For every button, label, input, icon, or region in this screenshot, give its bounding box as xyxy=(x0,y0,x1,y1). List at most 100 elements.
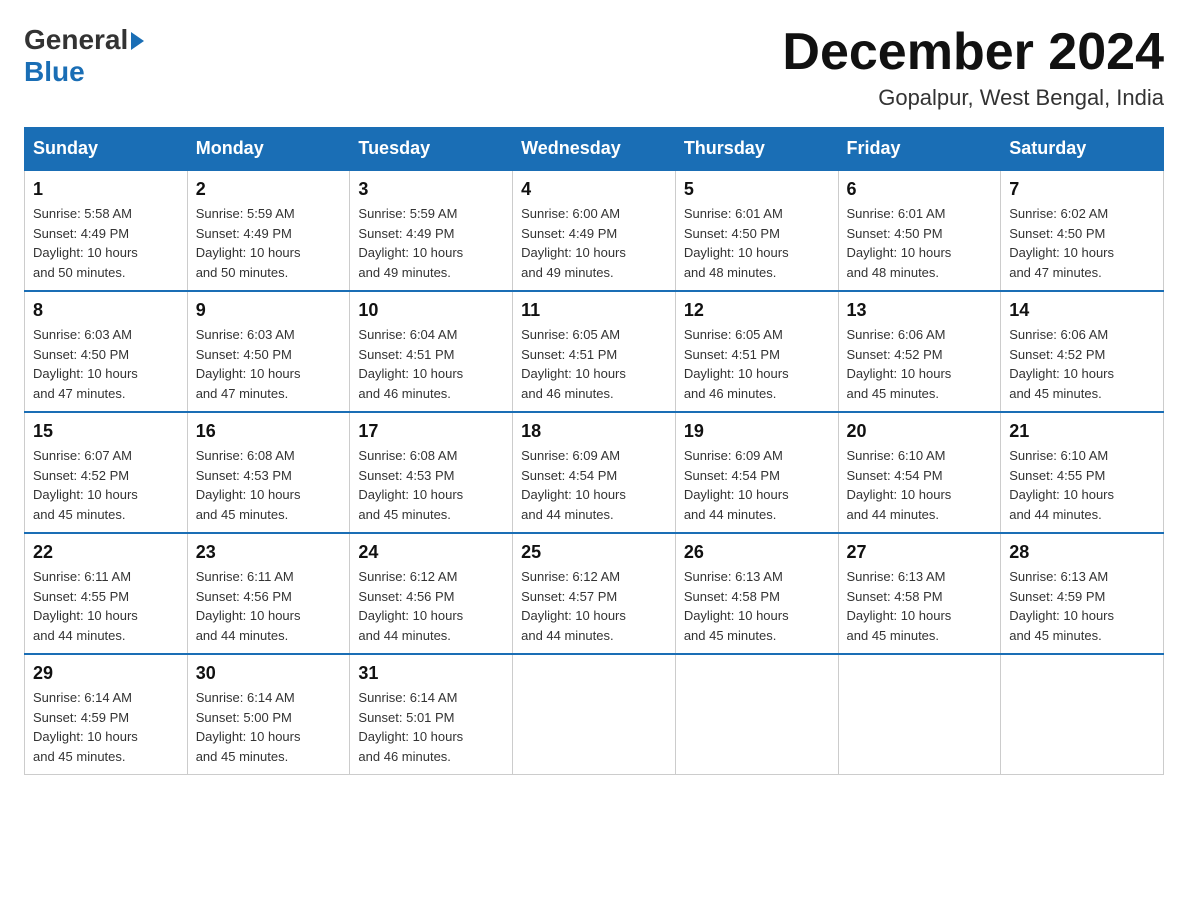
day-info: Sunrise: 6:11 AM Sunset: 4:55 PM Dayligh… xyxy=(33,567,179,645)
col-thursday: Thursday xyxy=(675,128,838,171)
day-info: Sunrise: 5:59 AM Sunset: 4:49 PM Dayligh… xyxy=(196,204,342,282)
day-number: 4 xyxy=(521,179,667,200)
col-sunday: Sunday xyxy=(25,128,188,171)
calendar-cell xyxy=(513,654,676,775)
calendar-cell: 19 Sunrise: 6:09 AM Sunset: 4:54 PM Dayli… xyxy=(675,412,838,533)
day-number: 1 xyxy=(33,179,179,200)
calendar-cell: 6 Sunrise: 6:01 AM Sunset: 4:50 PM Daylig… xyxy=(838,170,1001,291)
day-info: Sunrise: 6:08 AM Sunset: 4:53 PM Dayligh… xyxy=(196,446,342,524)
day-info: Sunrise: 6:09 AM Sunset: 4:54 PM Dayligh… xyxy=(684,446,830,524)
calendar-cell: 22Sunrise: 6:11 AM Sunset: 4:55 PM Dayli… xyxy=(25,533,188,654)
day-info: Sunrise: 6:07 AM Sunset: 4:52 PM Dayligh… xyxy=(33,446,179,524)
col-friday: Friday xyxy=(838,128,1001,171)
calendar-cell: 4 Sunrise: 6:00 AM Sunset: 4:49 PM Daylig… xyxy=(513,170,676,291)
day-number: 18 xyxy=(521,421,667,442)
week-row-5: 29 Sunrise: 6:14 AM Sunset: 4:59 PM Dayli… xyxy=(25,654,1164,775)
day-info: Sunrise: 6:06 AM Sunset: 4:52 PM Dayligh… xyxy=(1009,325,1155,403)
day-info: Sunrise: 6:14 AM Sunset: 5:01 PM Dayligh… xyxy=(358,688,504,766)
day-info: Sunrise: 6:08 AM Sunset: 4:53 PM Dayligh… xyxy=(358,446,504,524)
calendar-cell: 11 Sunrise: 6:05 AM Sunset: 4:51 PM Dayli… xyxy=(513,291,676,412)
calendar-cell: 3Sunrise: 5:59 AM Sunset: 4:49 PM Daylig… xyxy=(350,170,513,291)
calendar-cell: 7 Sunrise: 6:02 AM Sunset: 4:50 PM Daylig… xyxy=(1001,170,1164,291)
location: Gopalpur, West Bengal, India xyxy=(782,85,1164,111)
col-wednesday: Wednesday xyxy=(513,128,676,171)
col-saturday: Saturday xyxy=(1001,128,1164,171)
day-info: Sunrise: 6:13 AM Sunset: 4:58 PM Dayligh… xyxy=(684,567,830,645)
calendar-cell: 13Sunrise: 6:06 AM Sunset: 4:52 PM Dayli… xyxy=(838,291,1001,412)
day-number: 6 xyxy=(847,179,993,200)
day-number: 10 xyxy=(358,300,504,321)
calendar-cell: 9 Sunrise: 6:03 AM Sunset: 4:50 PM Daylig… xyxy=(187,291,350,412)
calendar-table: Sunday Monday Tuesday Wednesday Thursday… xyxy=(24,127,1164,775)
day-info: Sunrise: 6:04 AM Sunset: 4:51 PM Dayligh… xyxy=(358,325,504,403)
day-number: 7 xyxy=(1009,179,1155,200)
day-info: Sunrise: 6:02 AM Sunset: 4:50 PM Dayligh… xyxy=(1009,204,1155,282)
day-info: Sunrise: 5:58 AM Sunset: 4:49 PM Dayligh… xyxy=(33,204,179,282)
day-number: 15 xyxy=(33,421,179,442)
day-info: Sunrise: 6:10 AM Sunset: 4:54 PM Dayligh… xyxy=(847,446,993,524)
day-info: Sunrise: 6:05 AM Sunset: 4:51 PM Dayligh… xyxy=(521,325,667,403)
logo-general: General xyxy=(24,24,128,56)
calendar-cell: 8Sunrise: 6:03 AM Sunset: 4:50 PM Daylig… xyxy=(25,291,188,412)
calendar-cell: 17Sunrise: 6:08 AM Sunset: 4:53 PM Dayli… xyxy=(350,412,513,533)
logo-blue: Blue xyxy=(24,56,85,87)
day-number: 9 xyxy=(196,300,342,321)
calendar-cell: 21Sunrise: 6:10 AM Sunset: 4:55 PM Dayli… xyxy=(1001,412,1164,533)
calendar-cell: 14 Sunrise: 6:06 AM Sunset: 4:52 PM Dayli… xyxy=(1001,291,1164,412)
calendar-cell: 31 Sunrise: 6:14 AM Sunset: 5:01 PM Dayli… xyxy=(350,654,513,775)
day-info: Sunrise: 6:01 AM Sunset: 4:50 PM Dayligh… xyxy=(847,204,993,282)
calendar-cell: 29 Sunrise: 6:14 AM Sunset: 4:59 PM Dayli… xyxy=(25,654,188,775)
day-info: Sunrise: 6:10 AM Sunset: 4:55 PM Dayligh… xyxy=(1009,446,1155,524)
day-number: 29 xyxy=(33,663,179,684)
calendar-cell: 28 Sunrise: 6:13 AM Sunset: 4:59 PM Dayli… xyxy=(1001,533,1164,654)
calendar-cell: 26 Sunrise: 6:13 AM Sunset: 4:58 PM Dayli… xyxy=(675,533,838,654)
day-number: 27 xyxy=(847,542,993,563)
day-number: 11 xyxy=(521,300,667,321)
calendar-cell: 20Sunrise: 6:10 AM Sunset: 4:54 PM Dayli… xyxy=(838,412,1001,533)
day-number: 26 xyxy=(684,542,830,563)
day-info: Sunrise: 6:03 AM Sunset: 4:50 PM Dayligh… xyxy=(196,325,342,403)
day-info: Sunrise: 6:03 AM Sunset: 4:50 PM Dayligh… xyxy=(33,325,179,403)
calendar-cell: 23 Sunrise: 6:11 AM Sunset: 4:56 PM Dayli… xyxy=(187,533,350,654)
calendar-cell xyxy=(1001,654,1164,775)
day-number: 23 xyxy=(196,542,342,563)
logo-arrow-icon xyxy=(131,32,144,50)
logo: General Blue xyxy=(24,24,144,88)
day-info: Sunrise: 6:14 AM Sunset: 4:59 PM Dayligh… xyxy=(33,688,179,766)
calendar-cell: 2 Sunrise: 5:59 AM Sunset: 4:49 PM Daylig… xyxy=(187,170,350,291)
day-number: 31 xyxy=(358,663,504,684)
day-number: 30 xyxy=(196,663,342,684)
calendar-cell: 25Sunrise: 6:12 AM Sunset: 4:57 PM Dayli… xyxy=(513,533,676,654)
title-block: December 2024 Gopalpur, West Bengal, Ind… xyxy=(782,24,1164,111)
week-row-1: 1 Sunrise: 5:58 AM Sunset: 4:49 PM Daylig… xyxy=(25,170,1164,291)
day-number: 5 xyxy=(684,179,830,200)
day-number: 14 xyxy=(1009,300,1155,321)
day-number: 16 xyxy=(196,421,342,442)
week-row-3: 15 Sunrise: 6:07 AM Sunset: 4:52 PM Dayli… xyxy=(25,412,1164,533)
calendar-cell: 5 Sunrise: 6:01 AM Sunset: 4:50 PM Daylig… xyxy=(675,170,838,291)
calendar-cell xyxy=(675,654,838,775)
day-number: 28 xyxy=(1009,542,1155,563)
day-info: Sunrise: 6:01 AM Sunset: 4:50 PM Dayligh… xyxy=(684,204,830,282)
day-info: Sunrise: 6:14 AM Sunset: 5:00 PM Dayligh… xyxy=(196,688,342,766)
col-tuesday: Tuesday xyxy=(350,128,513,171)
day-number: 25 xyxy=(521,542,667,563)
day-info: Sunrise: 6:05 AM Sunset: 4:51 PM Dayligh… xyxy=(684,325,830,403)
day-info: Sunrise: 6:00 AM Sunset: 4:49 PM Dayligh… xyxy=(521,204,667,282)
calendar-cell: 18 Sunrise: 6:09 AM Sunset: 4:54 PM Dayli… xyxy=(513,412,676,533)
day-info: Sunrise: 6:06 AM Sunset: 4:52 PM Dayligh… xyxy=(847,325,993,403)
calendar-cell: 1 Sunrise: 5:58 AM Sunset: 4:49 PM Daylig… xyxy=(25,170,188,291)
day-number: 24 xyxy=(358,542,504,563)
day-info: Sunrise: 6:09 AM Sunset: 4:54 PM Dayligh… xyxy=(521,446,667,524)
page-header: General Blue December 2024 Gopalpur, Wes… xyxy=(24,24,1164,111)
calendar-cell: 24Sunrise: 6:12 AM Sunset: 4:56 PM Dayli… xyxy=(350,533,513,654)
day-number: 2 xyxy=(196,179,342,200)
week-row-2: 8Sunrise: 6:03 AM Sunset: 4:50 PM Daylig… xyxy=(25,291,1164,412)
day-number: 19 xyxy=(684,421,830,442)
day-info: Sunrise: 6:13 AM Sunset: 4:58 PM Dayligh… xyxy=(847,567,993,645)
day-info: Sunrise: 5:59 AM Sunset: 4:49 PM Dayligh… xyxy=(358,204,504,282)
day-info: Sunrise: 6:13 AM Sunset: 4:59 PM Dayligh… xyxy=(1009,567,1155,645)
col-monday: Monday xyxy=(187,128,350,171)
calendar-cell: 16 Sunrise: 6:08 AM Sunset: 4:53 PM Dayli… xyxy=(187,412,350,533)
day-info: Sunrise: 6:11 AM Sunset: 4:56 PM Dayligh… xyxy=(196,567,342,645)
